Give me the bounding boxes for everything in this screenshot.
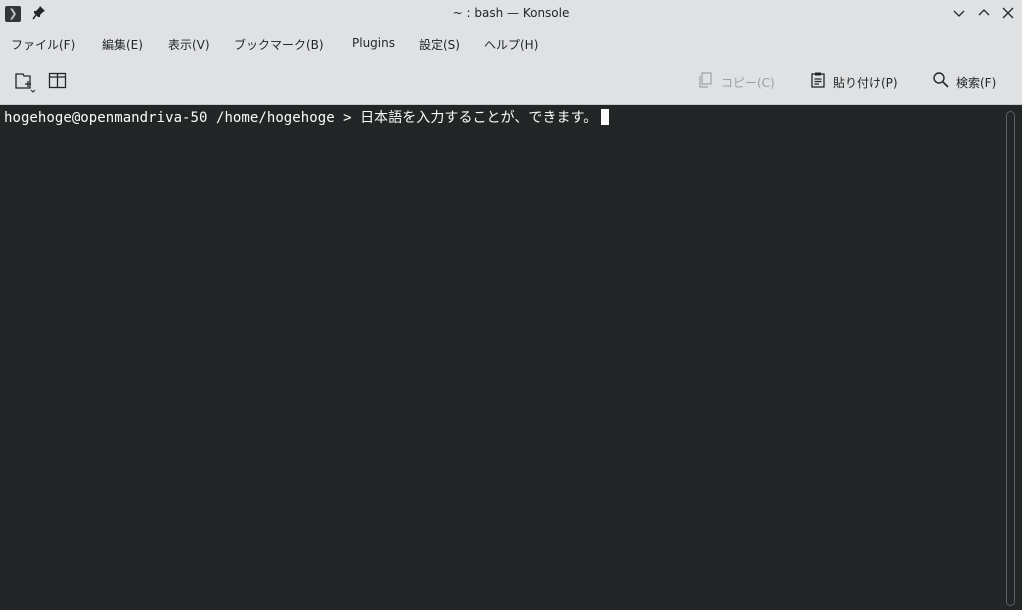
menu-file[interactable]: ファイル(F)	[11, 36, 75, 53]
vertical-scrollbar[interactable]	[1006, 111, 1015, 606]
menu-view[interactable]: 表示(V)	[168, 36, 210, 53]
new-tab-button[interactable]	[14, 71, 36, 93]
text-cursor	[601, 109, 610, 125]
paste-button[interactable]: 貼り付け(P)	[833, 74, 898, 91]
new-tab-icon	[15, 73, 36, 93]
title-bar[interactable]: ❯ ~ : bash — Konsole	[0, 0, 1022, 28]
paste-icon	[809, 71, 827, 91]
window-title: ~ : bash — Konsole	[452, 6, 570, 20]
search-icon	[932, 71, 950, 91]
konsole-window: ❯ ~ : bash — Konsole ファイル(F) 編集(E) 表示(V)…	[0, 0, 1022, 610]
split-view-icon	[48, 72, 67, 89]
minimize-icon[interactable]	[951, 5, 967, 21]
menu-plugins[interactable]: Plugins	[352, 36, 395, 50]
copy-icon	[697, 71, 715, 91]
toolbar: コピー(C) 貼り付け(P) 検索(F)	[0, 59, 1022, 105]
terminal-view[interactable]: hogehoge@openmandriva-50 /home/hogehoge …	[0, 105, 1022, 610]
terminal-line: hogehoge@openmandriva-50 /home/hogehoge …	[4, 107, 610, 127]
split-view-button[interactable]	[48, 71, 68, 91]
find-button[interactable]: 検索(F)	[956, 74, 996, 91]
shell-prompt: hogehoge@openmandriva-50 /home/hogehoge …	[4, 110, 361, 126]
maximize-icon[interactable]	[976, 5, 992, 21]
menu-bar: ファイル(F) 編集(E) 表示(V) ブックマーク(B) Plugins 設定…	[0, 28, 1022, 59]
menu-help[interactable]: ヘルプ(H)	[484, 36, 538, 53]
menu-settings[interactable]: 設定(S)	[419, 36, 460, 53]
terminal-input-text: 日本語を入力することが、できます。	[360, 110, 598, 126]
copy-button[interactable]: コピー(C)	[721, 74, 775, 91]
close-icon[interactable]	[1000, 5, 1016, 21]
menu-bookmarks[interactable]: ブックマーク(B)	[234, 36, 324, 53]
menu-edit[interactable]: 編集(E)	[102, 36, 143, 53]
